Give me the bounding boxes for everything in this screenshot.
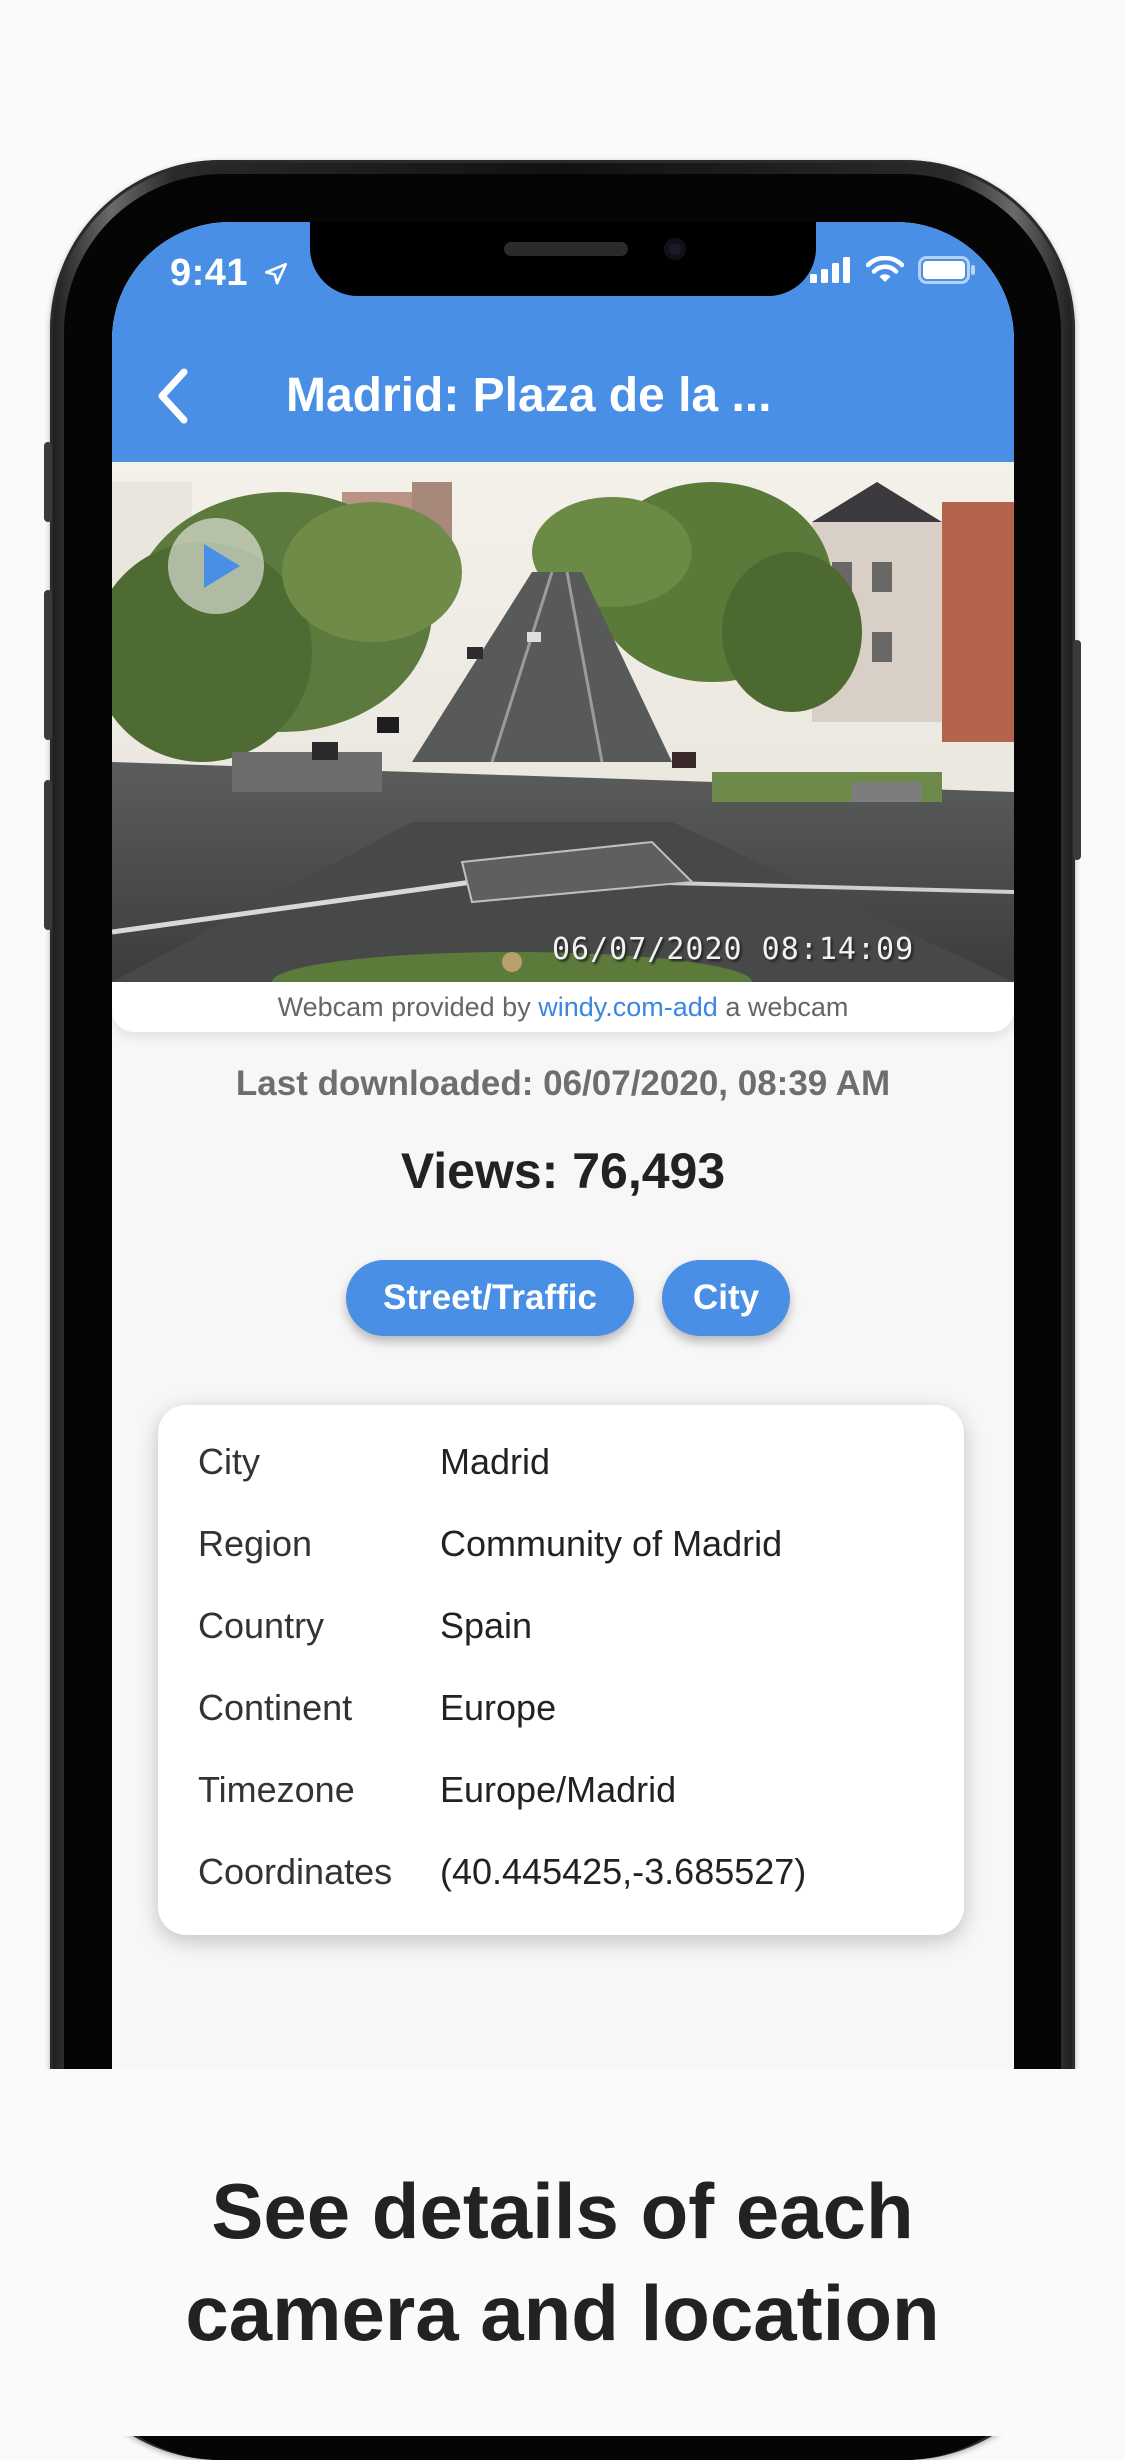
play-button[interactable] xyxy=(168,518,264,614)
detail-value: Community of Madrid xyxy=(440,1523,783,1564)
views-count: Views: 76,493 xyxy=(400,1143,726,1199)
detail-value: Europe/Madrid xyxy=(440,1769,677,1810)
detail-value: (40.445425,-3.685527) xyxy=(440,1851,807,1892)
details-card: City Madrid Region Community of Madrid C… xyxy=(158,1405,964,1935)
chevron-left-icon xyxy=(158,368,188,424)
add-webcam-link[interactable]: add xyxy=(673,992,718,1022)
battery-icon xyxy=(918,256,975,284)
detail-key: Continent xyxy=(198,1687,353,1728)
status-indicators xyxy=(810,256,976,284)
side-button-volume-up xyxy=(44,590,52,740)
status-time: 9:41 xyxy=(170,252,289,295)
webcam-credit: Webcam provided by windy.com-add a webca… xyxy=(112,982,1014,1032)
app-screen: 9:41 Madrid: Plaza de la ... 06/07/2020 … xyxy=(112,222,1014,2072)
detail-key: Country xyxy=(198,1605,325,1646)
tag-street-traffic[interactable]: Street/Traffic xyxy=(346,1260,634,1336)
cellular-signal-icon xyxy=(810,257,850,283)
tag-city[interactable]: City xyxy=(662,1260,790,1336)
wifi-icon xyxy=(866,256,904,282)
detail-value: Madrid xyxy=(440,1441,551,1482)
side-button-mute xyxy=(44,442,52,522)
marketing-caption: See details of each camera and location xyxy=(185,2167,940,2357)
webcam-image[interactable]: 06/07/2020 08:14:09 xyxy=(112,462,1014,982)
detail-value: Spain xyxy=(440,1605,533,1646)
webcam-timestamp: 06/07/2020 08:14:09 xyxy=(552,932,915,967)
back-button[interactable] xyxy=(152,364,192,428)
windy-link[interactable]: windy.com xyxy=(538,992,664,1022)
location-arrow-icon xyxy=(265,262,288,285)
page-title: Madrid: Plaza de la ... xyxy=(286,369,772,422)
detail-key: Timezone xyxy=(198,1769,355,1810)
side-button-volume-down xyxy=(44,780,52,930)
detail-key: City xyxy=(198,1441,260,1482)
detail-key: Region xyxy=(198,1523,313,1564)
side-button-power xyxy=(1073,640,1081,860)
detail-value: Europe xyxy=(440,1687,557,1728)
play-icon xyxy=(204,544,240,588)
last-downloaded: Last downloaded: 06/07/2020, 08:39 AM xyxy=(235,1064,891,1103)
detail-key: Coordinates xyxy=(198,1851,393,1892)
navigation-bar: 9:41 Madrid: Plaza de la ... xyxy=(112,222,1014,462)
front-camera xyxy=(664,238,686,260)
device-notch xyxy=(310,222,816,296)
speaker-grille xyxy=(504,242,628,256)
